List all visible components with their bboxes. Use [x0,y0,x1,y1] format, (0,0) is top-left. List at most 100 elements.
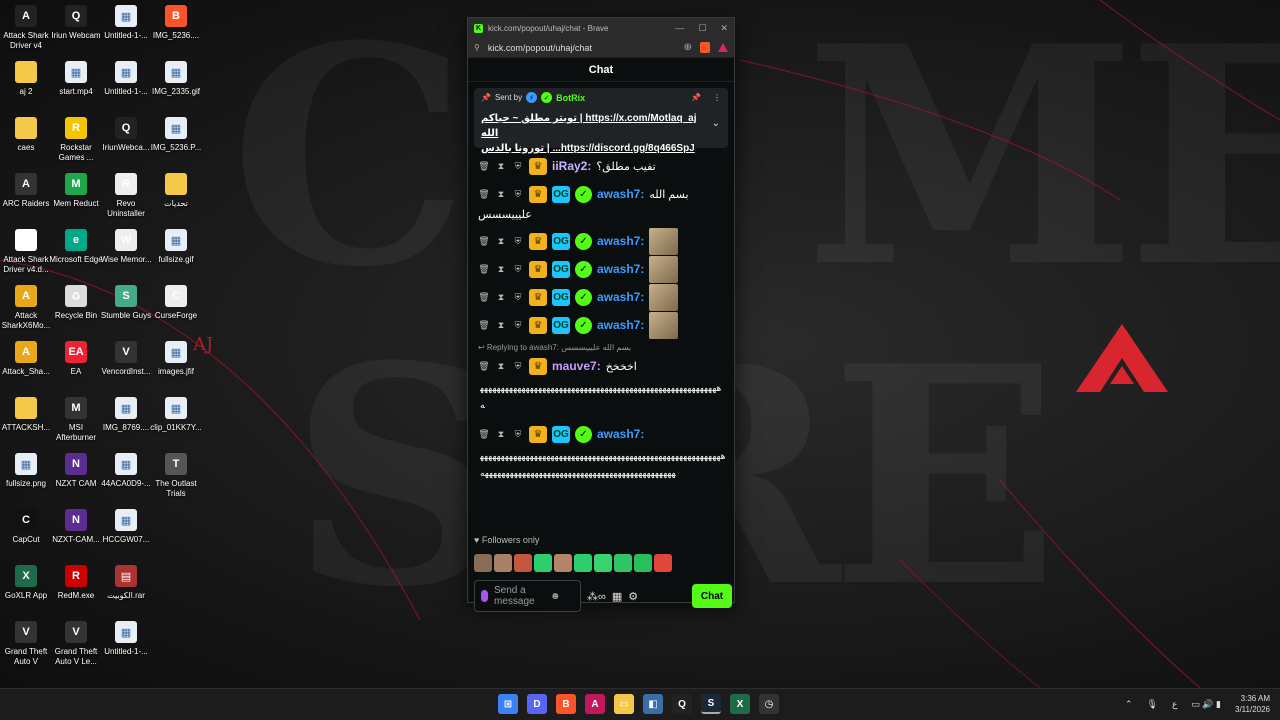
desktop-icon[interactable]: T The Outlast Trials [151,453,201,499]
minimize-button[interactable]: — [675,23,684,34]
steam-icon[interactable]: S [701,694,721,714]
desktop-icon[interactable]: ▦ Untitled-1-... [101,5,151,41]
delete-icon[interactable]: 🗑 [478,161,490,172]
chat-emote[interactable] [649,311,679,339]
desktop-icon[interactable]: R RedM.exe [51,565,101,601]
desktop-icon[interactable]: A ARC Raiders [1,173,51,209]
language-indicator[interactable]: ع [1172,699,1177,710]
chat-emote[interactable] [649,283,679,311]
desktop-icon[interactable]: ▦ images.jfif [151,341,201,377]
desktop-icon[interactable]: aj 2 [1,61,51,97]
unpin-icon[interactable]: 📌 [691,93,701,102]
timeout-icon[interactable]: ⧗ [495,361,507,372]
desktop-icon[interactable]: R Rockstar Games ... [51,117,101,163]
desktop-icon[interactable]: A Attack SharkX6Mo... [1,285,51,331]
ban-icon[interactable]: ⛨ [512,361,524,372]
chat-message[interactable]: 🗑 ⧗ ⛨ ♛ OG ✓ awash7: [478,227,726,255]
chat-message[interactable]: 🗑 ⧗ ⛨ ♛ iiRay2: تفيب مطلق؟ [478,152,726,180]
delete-icon[interactable]: 🗑 [478,429,490,440]
affinity-icon[interactable]: A [585,694,605,714]
chat-username[interactable]: mauve7: [552,359,601,373]
desktop-icon[interactable]: C CapCut [1,509,51,545]
maximize-button[interactable]: ☐ [698,23,706,34]
ban-icon[interactable]: ⛨ [512,161,524,172]
chat-message[interactable]: 🗑 ⧗ ⛨ ♛ OG ✓ awash7: [478,311,726,339]
desktop-icon[interactable]: ▦ HCCGW07... [101,509,151,545]
desktop-icon[interactable]: ▦ clip_01KK7Y... [150,397,202,433]
iriun-icon[interactable]: Q [672,694,692,714]
chat-username[interactable]: awash7: [597,234,644,248]
emote-4[interactable] [534,554,552,572]
reply-context[interactable]: ↩ Replying to awash7: بسم الله عليييسسس [478,343,726,352]
chat-input[interactable]: Send a message ☻ [474,580,581,612]
desktop-icon[interactable]: Q Iriun Webcam [51,5,101,41]
chat-username[interactable]: iiRay2: [552,159,591,173]
desktop-icon[interactable]: ▦ fullsize.png [1,453,51,489]
chat-username[interactable]: awash7: [597,427,644,441]
desktop-icon[interactable]: ▦ fullsize.gif [151,229,201,265]
desktop-icon[interactable]: ▦ IMG_5236.P... [151,117,201,153]
file-explorer-icon[interactable]: ▭ [614,694,634,714]
brave-rewards-icon[interactable] [718,43,728,52]
address-bar[interactable]: ⚲ kick.com/popout/uhaj/chat ⊕ [468,38,734,58]
store-icon[interactable]: ▦ [612,590,622,603]
desktop-icon[interactable]: B IMG_5236.... [151,5,201,41]
desktop-icon[interactable]: M MSI Afterburner [51,397,101,443]
desktop-icon[interactable]: ▤ الكوبيت.rar [101,565,151,601]
chevron-up-icon[interactable]: ⌃ [1125,699,1133,710]
desktop-icon[interactable]: A Attack Shark Driver v4 [1,5,51,51]
title-bar[interactable]: K kick.com/popout/uhaj/chat - Brave — ☐ … [468,18,734,38]
app-icon[interactable]: ◧ [643,694,663,714]
network-volume-icon[interactable]: ▭ 🔊 ▮ [1191,699,1221,710]
chat-emote[interactable] [649,255,679,283]
chat-message[interactable]: 🗑 ⧗ ⛨ ♛ OG ✓ awash7: [478,255,726,283]
discord-icon[interactable]: D [527,694,547,714]
timeout-icon[interactable]: ⧗ [495,264,507,275]
pinned-message[interactable]: 📌 Sent by ⚡ ✓ BotRix 📌 ⋮ https://x.com/M… [474,88,728,154]
desktop-icon[interactable]: ATTACKSH... [1,397,51,433]
ban-icon[interactable]: ⛨ [512,292,524,303]
browser-window[interactable]: K kick.com/popout/uhaj/chat - Brave — ☐ … [467,17,735,612]
chat-username[interactable]: awash7: [597,262,644,276]
desktop-icon[interactable]: X GoXLR App [1,565,51,601]
chat-username[interactable]: awash7: [597,187,644,201]
goxlr-icon[interactable]: X [730,694,750,714]
chevron-down-icon[interactable]: ⌄ [712,118,720,129]
emote-6[interactable] [574,554,592,572]
emote-2[interactable] [494,554,512,572]
ban-icon[interactable]: ⛨ [512,236,524,247]
desktop-icon[interactable]: Q IriunWebca... [101,117,151,153]
desktop-icon[interactable]: تحديات [151,173,201,209]
emote-7[interactable] [594,554,612,572]
timeout-icon[interactable]: ⧗ [495,161,507,172]
send-chat-button[interactable]: Chat [692,584,732,608]
chat-message[interactable]: 🗑 ⧗ ⛨ ♛ OG ✓ awash7: بسم الله [478,180,726,208]
delete-icon[interactable]: 🗑 [478,320,490,331]
desktop-icon[interactable]: caes [1,117,51,153]
settings-gear-icon[interactable]: ⚙ [628,590,638,603]
site-info-icon[interactable]: ⚲ [474,43,480,52]
clock[interactable]: 3:36 AM 3/11/2026 [1235,693,1270,715]
chat-message[interactable]: 🗑 ⧗ ⛨ ♛ mauve7: اخخخخ [478,352,726,380]
desktop-icon[interactable]: S Stumble Guys [101,285,151,321]
desktop-icon[interactable]: ▦ 44ACA0D9-... [101,453,151,489]
desktop-icon[interactable]: ▯ Attack Shark Driver v4.d... [1,229,51,275]
emote-8[interactable] [614,554,632,572]
desktop-icon[interactable]: ▦ Untitled-1-... [101,621,151,657]
delete-icon[interactable]: 🗑 [478,236,490,247]
timeout-icon[interactable]: ⧗ [495,236,507,247]
desktop-icon[interactable]: e Microsoft Edge [49,229,103,265]
desktop-icon[interactable]: V Grand Theft Auto V [1,621,51,667]
start-menu-icon[interactable]: ⊞ [498,694,518,714]
delete-icon[interactable]: 🗑 [478,189,490,200]
desktop-icon[interactable]: ▦ IMG_8769.... [101,397,151,433]
chat-username[interactable]: awash7: [597,290,644,304]
brave-icon[interactable]: B [556,694,576,714]
delete-icon[interactable]: 🗑 [478,292,490,303]
pinned-bot-name[interactable]: BotRix [556,93,585,103]
emote-10[interactable] [654,554,672,572]
ban-icon[interactable]: ⛨ [512,189,524,200]
emoji-icon[interactable]: ☻ [550,591,561,602]
desktop-icon[interactable]: R Revo Uninstaller [101,173,151,219]
url-text[interactable]: kick.com/popout/uhaj/chat [488,43,592,53]
